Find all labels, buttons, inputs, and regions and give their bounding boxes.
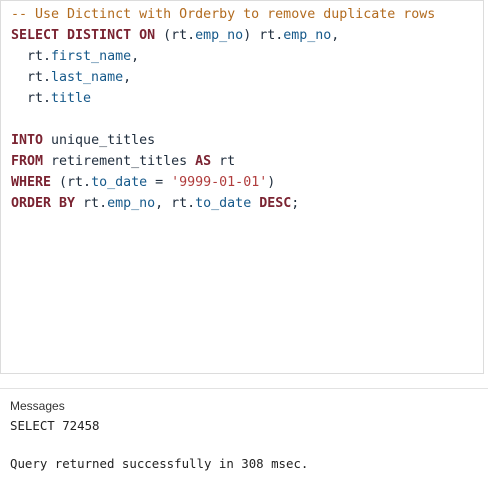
sql-text: ) <box>267 175 276 190</box>
sql-text: , <box>331 28 340 43</box>
sql-comment: -- Use Dictinct with Orderby to remove d… <box>11 7 436 22</box>
code-line-10: ORDER BY rt.emp_no, rt.to_date DESC; <box>11 193 299 214</box>
sql-column: emp_no <box>195 28 244 43</box>
sql-keyword: SELECT DISTINCT ON <box>11 28 156 43</box>
sql-column: to_date <box>195 196 252 211</box>
sql-keyword: ORDER BY <box>11 196 76 211</box>
sql-keyword: FROM <box>11 154 44 169</box>
code-line-4: rt.last_name, <box>11 67 131 88</box>
sql-text: rt. <box>11 91 52 106</box>
sql-keyword: WHERE <box>11 175 52 190</box>
sql-string: '9999-01-01' <box>171 175 268 190</box>
code-line-2: SELECT DISTINCT ON (rt.emp_no) rt.emp_no… <box>11 25 339 46</box>
sql-text: rt <box>211 154 236 169</box>
sql-keyword: INTO <box>11 133 44 148</box>
sql-text: rt. <box>11 49 52 64</box>
code-line-5: rt.title <box>11 88 91 109</box>
sql-keyword: AS <box>195 154 212 169</box>
message-result-line: SELECT 72458 <box>10 418 100 433</box>
code-line-9: WHERE (rt.to_date = '9999-01-01') <box>11 172 275 193</box>
code-line-3: rt.first_name, <box>11 46 139 67</box>
sql-text: ; <box>291 196 300 211</box>
sql-text: retirement_titles <box>43 154 196 169</box>
sql-text: , rt. <box>155 196 196 211</box>
sql-text: (rt. <box>155 28 196 43</box>
message-status-line: Query returned successfully in 308 msec. <box>10 456 309 471</box>
sql-column: emp_no <box>107 196 156 211</box>
sql-text: , <box>123 70 132 85</box>
code-line-8: FROM retirement_titles AS rt <box>11 151 235 172</box>
sql-column: title <box>51 91 92 106</box>
messages-panel: Messages SELECT 72458 Query returned suc… <box>0 389 488 500</box>
sql-column: last_name <box>51 70 124 85</box>
sql-text: (rt. <box>51 175 92 190</box>
sql-editor[interactable]: -- Use Dictinct with Orderby to remove d… <box>0 0 484 374</box>
sql-text: , <box>131 49 140 64</box>
messages-title: Messages <box>10 399 65 413</box>
sql-text: = <box>147 175 172 190</box>
sql-column: to_date <box>91 175 148 190</box>
sql-text: unique_titles <box>43 133 156 148</box>
sql-column: first_name <box>51 49 132 64</box>
sql-text: ) rt. <box>243 28 284 43</box>
sql-keyword: DESC <box>259 196 292 211</box>
sql-text: rt. <box>11 70 52 85</box>
code-line-1: -- Use Dictinct with Orderby to remove d… <box>11 4 435 25</box>
sql-text: rt. <box>75 196 108 211</box>
sql-column: emp_no <box>283 28 332 43</box>
code-line-7: INTO unique_titles <box>11 130 155 151</box>
